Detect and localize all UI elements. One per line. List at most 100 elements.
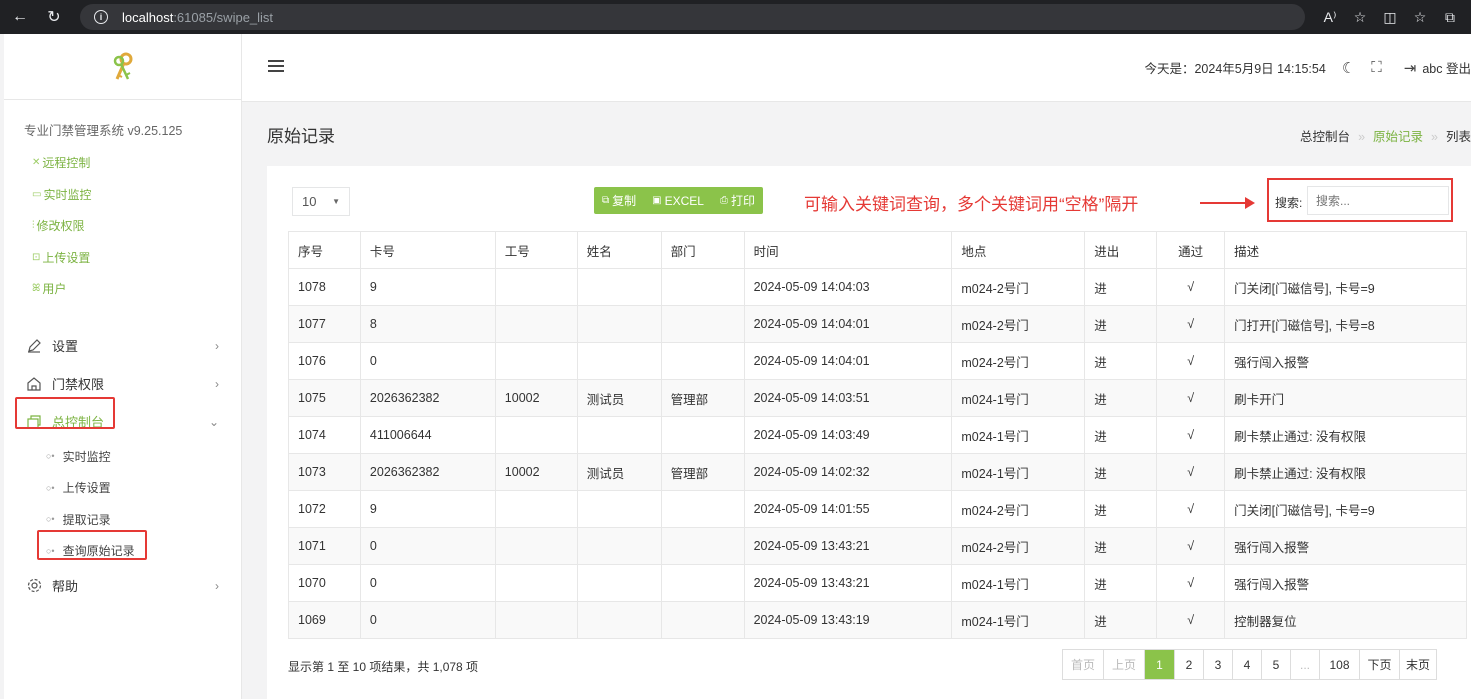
reload-icon[interactable]: ↻ [40,3,68,31]
top-header: 今天是：2024年5月9日 14:15:54 ☾ ⛶ ⇥ abc 登出 [242,34,1471,102]
table-cell: m024-2号门 [951,268,1086,306]
chevron-right-icon: › [215,338,219,353]
site-info-icon[interactable]: i [94,10,108,24]
print-button[interactable]: ⎙ 打印 [712,187,763,214]
chevron-right-icon: › [215,578,219,593]
table-row: 1075 2026362382 10002 测试员 管理部 2024-05-09 14:0… [288,379,1467,417]
page-link[interactable]: 1 [1145,650,1175,679]
menu-settings[interactable]: 设置 › [4,327,241,365]
table-cell: 强行闯入报警 [1224,527,1467,565]
records-table: 序号 卡号 工号 姓名 部门 时间 地点 进出 通过 描述 1078 9 2024-… [288,231,1467,639]
table-cell: 进 [1084,379,1158,417]
collections-icon[interactable]: ⧉ [1435,9,1465,26]
table-cell: 刷卡禁止通过: 没有权限 [1224,416,1467,454]
page-link[interactable]: 末页 [1400,650,1436,679]
records-card: 10 ▼ ⧉ 复制 ▣ EXCEL ⎙ 打印 可输入关键词查询，多个关键词用“空格”隔… [267,166,1471,699]
table-cell: 刷卡开门 [1224,379,1467,417]
menu-toggle-icon[interactable] [268,60,284,75]
quick-link-realtime-monitor[interactable]: ▭ 实时监控 [32,179,241,211]
address-bar[interactable]: i localhost:61085/swipe_list [80,4,1305,30]
table-cell: 0 [359,564,496,602]
table-cell: √ [1156,527,1226,565]
back-icon[interactable]: ← [6,3,34,31]
column-header[interactable]: 通过 [1156,231,1226,269]
table-cell [576,601,662,639]
moon-icon[interactable]: ☾ [1342,59,1355,77]
table-cell: 8 [359,305,496,343]
page-link[interactable]: 108 [1320,650,1360,679]
table-cell [660,564,745,602]
menu-help[interactable]: 帮助 › [4,567,241,605]
column-header[interactable]: 地点 [951,231,1086,269]
favorites-list-icon[interactable]: ☆ [1405,9,1435,26]
keys-logo-icon [113,52,132,80]
logout-link[interactable]: abc 登出 [1422,58,1471,77]
column-header[interactable]: 时间 [743,231,953,269]
read-aloud-icon[interactable]: A⁾ [1315,9,1345,26]
table-cell: m024-2号门 [951,490,1086,528]
table-row: 1070 0 2024-05-09 13:43:21 m024-1号门进 √ 强行闯入报警 [288,564,1467,602]
table-cell: m024-2号门 [951,342,1086,380]
column-header[interactable]: 卡号 [359,231,496,269]
excel-button[interactable]: ▣ EXCEL [644,187,712,214]
copy-button[interactable]: ⧉ 复制 [594,187,644,214]
page-length-select[interactable]: 10 ▼ [292,187,350,216]
column-header[interactable]: 姓名 [576,231,662,269]
logout-icon[interactable]: ⇥ [1404,59,1417,77]
table-cell: 1069 [288,601,361,639]
table-cell [494,416,578,454]
tools-icon: ✕ [32,157,41,169]
breadcrumb-separator-icon: » [1358,130,1366,144]
page-link[interactable]: 4 [1233,650,1262,679]
table-cell: 门关闭[门磁信号], 卡号=9 [1224,268,1467,306]
table-cell: √ [1156,379,1226,417]
quick-link-modify-permissions[interactable]: ⫶ 修改权限 [32,210,241,242]
fullscreen-icon[interactable]: ⛶ [1371,59,1382,76]
search-input[interactable] [1307,186,1449,215]
table-cell: 1077 [288,305,361,343]
favorite-star-icon[interactable]: ☆ [1345,9,1375,26]
table-row: 1071 0 2024-05-09 13:43:21 m024-2号门进 √ 强行闯入报警 [288,527,1467,565]
page-link: 上页 [1104,650,1145,679]
table-cell: 测试员 [576,453,662,491]
table-cell [576,564,662,602]
breadcrumb-console[interactable]: 总控制台 [1300,130,1350,144]
column-header[interactable]: 序号 [288,231,361,269]
table-cell: √ [1156,305,1226,343]
table-cell [494,342,578,380]
column-header[interactable]: 描述 [1224,231,1467,269]
quick-link-remote-control[interactable]: ✕ 远程控制 [32,147,241,179]
quick-link-users[interactable]: ꕤ 用户 [32,273,241,305]
table-cell: 411006644 [359,416,496,454]
table-row: 1077 8 2024-05-09 14:04:01 m024-2号门进 √ 门打开[门磁… [288,305,1467,343]
table-row: 1072 9 2024-05-09 14:01:55 m024-2号门进 √ 门关闭[门磁… [288,490,1467,528]
table-cell: 强行闯入报警 [1224,342,1467,380]
breadcrumb: 总控制台 » 原始记录 » 列表 [1300,126,1471,145]
annotation-arrow-line [1200,202,1248,204]
table-cell: √ [1156,453,1226,491]
quick-link-upload-settings[interactable]: ⊡ 上传设置 [32,242,241,274]
caret-down-icon: ▼ [332,197,340,206]
print-label: 打印 [730,194,755,208]
chevron-down-icon: ⌄ [208,414,219,429]
table-cell [660,416,745,454]
logo [4,34,241,100]
page-link[interactable]: 5 [1262,650,1291,679]
submenu-upload-settings[interactable]: ○• 上传设置 [4,472,241,504]
table-cell: 测试员 [576,379,662,417]
page-link[interactable]: 2 [1175,650,1204,679]
table-cell: √ [1156,564,1226,602]
page-link[interactable]: 3 [1204,650,1233,679]
column-header[interactable]: 部门 [660,231,745,269]
table-cell [660,268,745,306]
split-screen-icon[interactable]: ◫ [1375,9,1405,26]
breadcrumb-raw-records[interactable]: 原始记录 [1373,130,1423,144]
table-cell: 2024-05-09 13:43:21 [743,527,953,565]
table-cell [660,601,745,639]
submenu-realtime-monitor[interactable]: ○• 实时监控 [4,441,241,473]
table-cell: 1073 [288,453,361,491]
column-header[interactable]: 工号 [494,231,578,269]
page-link[interactable]: 下页 [1360,650,1400,679]
page-link: 首页 [1063,650,1104,679]
column-header[interactable]: 进出 [1084,231,1158,269]
